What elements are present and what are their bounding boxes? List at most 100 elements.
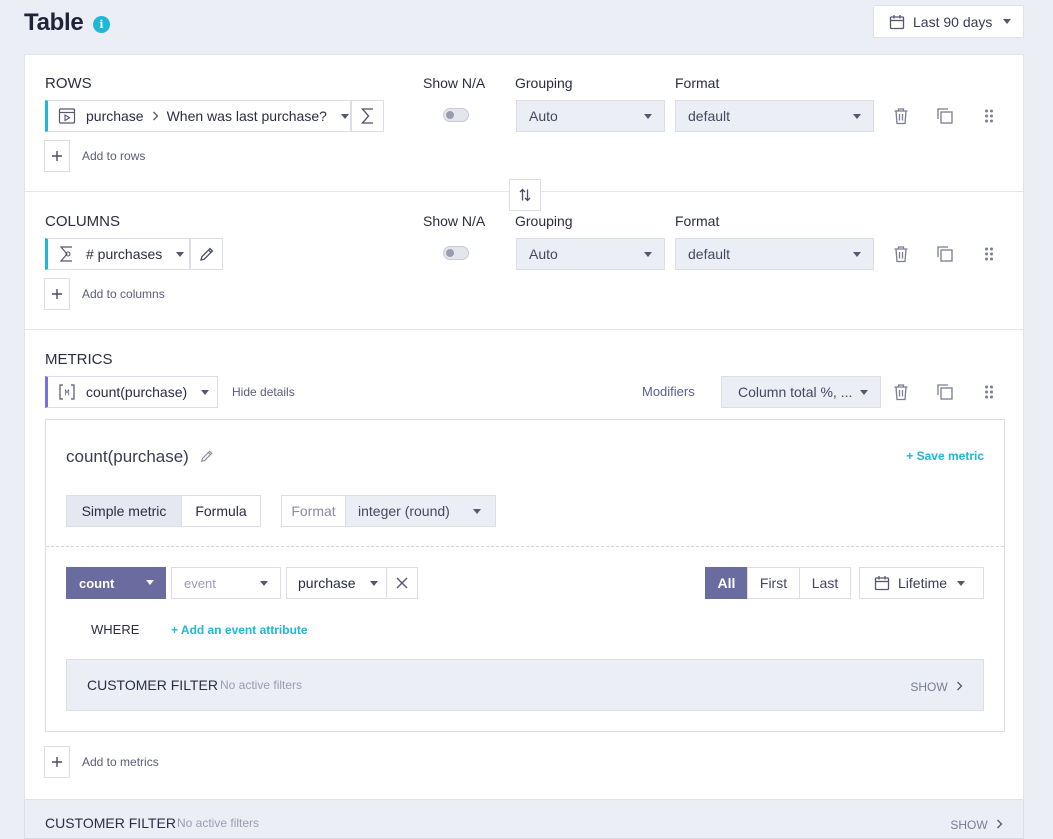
add-to-columns-button[interactable] — [44, 278, 70, 310]
chevron-down-icon — [146, 580, 154, 585]
tab-formula[interactable]: Formula — [181, 495, 261, 527]
date-range-button[interactable]: Last 90 days — [873, 5, 1024, 38]
rows-dimension-chip[interactable]: purchase When was last purchase? — [45, 100, 384, 132]
sigma-icon — [360, 108, 373, 124]
save-metric-button[interactable]: + Save metric — [906, 449, 984, 463]
chevron-down-icon — [370, 581, 378, 586]
chevron-down-icon — [473, 509, 481, 514]
pencil-icon[interactable] — [200, 449, 214, 463]
add-to-metrics-label[interactable]: Add to metrics — [82, 755, 159, 769]
columns-grouping-select[interactable]: Auto — [516, 238, 665, 270]
event-icon — [58, 107, 76, 125]
event-name-value: purchase — [298, 575, 356, 591]
rows-grouping-value: Auto — [529, 108, 558, 124]
function-select[interactable]: count — [66, 567, 166, 599]
where-label: WHERE — [91, 622, 140, 637]
columns-drag-handle[interactable] — [979, 244, 999, 264]
event-type-select[interactable]: event — [171, 567, 281, 599]
add-event-attribute-button[interactable]: + Add an event attribute — [171, 623, 308, 637]
columns-title: COLUMNS — [45, 213, 121, 230]
columns-metric-chip[interactable]: # purchases — [45, 238, 223, 270]
trash-icon — [894, 108, 908, 125]
rows-format-select[interactable]: default — [675, 100, 874, 132]
columns-delete-button[interactable] — [891, 244, 911, 264]
drag-handle-icon — [985, 385, 993, 399]
occurrence-first-button[interactable]: First — [747, 567, 800, 599]
chevron-down-icon[interactable] — [340, 113, 349, 119]
modifiers-select[interactable]: Column total %, ... — [721, 376, 881, 408]
rows-grouping-select[interactable]: Auto — [516, 100, 665, 132]
customer-filter-show-button[interactable]: SHOW — [950, 818, 1003, 832]
chevron-down-icon — [957, 580, 966, 586]
metric-chip[interactable]: M count(purchase) — [45, 376, 218, 408]
rows-grouping-header: Grouping — [515, 75, 573, 91]
modifiers-label: Modifiers — [642, 384, 695, 399]
customer-filter-show-button[interactable]: SHOW — [910, 680, 963, 694]
columns-show-na-toggle[interactable] — [443, 246, 469, 260]
add-to-columns-label[interactable]: Add to columns — [82, 287, 165, 301]
event-name-select[interactable]: purchase — [286, 567, 387, 599]
add-to-rows-button[interactable] — [44, 140, 70, 172]
columns-duplicate-button[interactable] — [935, 244, 955, 264]
calendar-icon — [874, 576, 890, 591]
chevron-down-icon — [201, 389, 210, 395]
metric-chip-label: count(purchase) — [86, 384, 188, 400]
columns-grouping-value: Auto — [529, 246, 558, 262]
columns-format-value: default — [688, 246, 731, 262]
customer-filter-status: No active filters — [220, 678, 303, 692]
metrics-duplicate-button[interactable] — [935, 382, 955, 402]
close-icon — [396, 577, 408, 589]
metrics-delete-button[interactable] — [891, 382, 911, 402]
occurrence-last-button[interactable]: Last — [799, 567, 851, 599]
customer-filter-status: No active filters — [177, 816, 260, 830]
customer-filter-title: CUSTOMER FILTER — [45, 815, 176, 831]
add-to-metrics-button[interactable] — [44, 746, 70, 778]
customer-filter-show-label: SHOW — [950, 818, 988, 832]
plus-icon — [52, 757, 62, 767]
chevron-down-icon — [860, 390, 868, 395]
format-select[interactable]: integer (round) — [345, 495, 496, 527]
chevron-down-icon — [853, 252, 861, 257]
metric-customer-filter[interactable]: CUSTOMER FILTER No active filters SHOW — [66, 659, 984, 711]
plus-icon — [52, 151, 62, 161]
columns-grouping-header: Grouping — [515, 213, 573, 229]
columns-metric-label: # purchases — [86, 246, 163, 262]
aggregate-button[interactable] — [351, 100, 384, 132]
pencil-icon — [199, 247, 213, 261]
columns-format-header: Format — [675, 213, 720, 229]
metric-name-label: count(purchase) — [66, 447, 189, 466]
rows-attribute-label: When was last purchase? — [166, 108, 327, 124]
columns-format-select[interactable]: default — [675, 238, 874, 270]
rows-drag-handle[interactable] — [979, 106, 999, 126]
chevron-down-icon — [853, 114, 861, 119]
rows-duplicate-button[interactable] — [935, 106, 955, 126]
metrics-drag-handle[interactable] — [979, 382, 999, 402]
rows-delete-button[interactable] — [891, 106, 911, 126]
trash-icon — [894, 246, 908, 263]
customer-filter-bar[interactable]: CUSTOMER FILTER No active filters SHOW — [24, 800, 1024, 839]
swap-rows-columns-button[interactable] — [509, 179, 541, 211]
hide-details-link[interactable]: Hide details — [232, 385, 295, 399]
add-to-rows-label[interactable]: Add to rows — [82, 149, 145, 163]
period-value: Lifetime — [898, 575, 948, 591]
drag-handle-icon — [985, 247, 993, 261]
clear-event-button[interactable] — [386, 567, 418, 599]
plus-icon — [52, 289, 62, 299]
occurrence-all-button[interactable]: All — [705, 567, 748, 599]
tab-simple-metric[interactable]: Simple metric — [66, 495, 182, 527]
metric-details-name: count(purchase) — [66, 447, 214, 467]
rows-title: ROWS — [45, 75, 92, 92]
rows-show-na-toggle[interactable] — [443, 108, 469, 122]
edit-metric-button[interactable] — [190, 238, 223, 270]
rows-format-header: Format — [675, 75, 720, 91]
period-select[interactable]: Lifetime — [859, 567, 984, 599]
chevron-down-icon — [260, 581, 268, 586]
chevron-down-icon[interactable] — [176, 251, 185, 257]
info-icon[interactable]: i — [93, 16, 110, 33]
svg-text:M: M — [65, 389, 70, 398]
function-value: count — [79, 575, 115, 591]
trash-icon — [894, 384, 908, 401]
event-type-placeholder: event — [184, 575, 216, 591]
rows-format-value: default — [688, 108, 731, 124]
chevron-down-icon — [1003, 19, 1012, 24]
